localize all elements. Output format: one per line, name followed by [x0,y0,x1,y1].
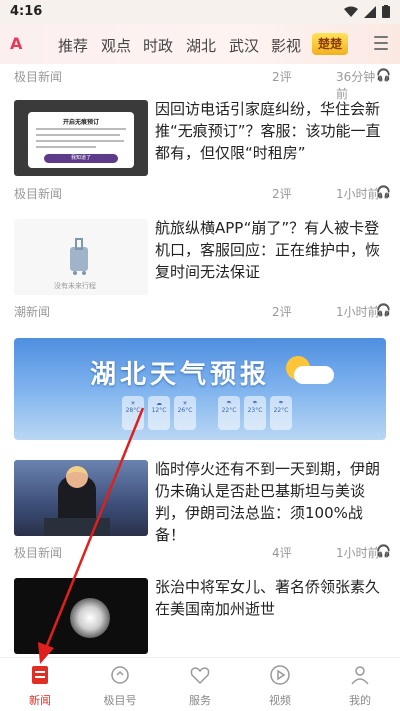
battery-icon [382,5,390,18]
channel-nav: A 推荐 观点 时政 湖北 武汉 影视 楚楚 [0,24,400,64]
item-source[interactable]: 潮新闻 [14,303,50,320]
tab-label: 视频 [269,694,291,707]
wifi-icon [344,6,358,17]
tab-label: 我的 [349,694,371,707]
forecast-day: ☂ 22°C [270,396,292,430]
dialog-button: 我知道了 [44,154,118,163]
tab-wuhan[interactable]: 武汉 [229,35,259,56]
tab-label: 极目号 [103,694,137,707]
cloud-icon [294,366,334,384]
news-title[interactable]: 因回访电话引家庭纠纷，华住会新推“无痕预订”？客服：该功能一直都有，但仅限“时租… [155,98,387,164]
item-comments[interactable]: 2评 [272,185,292,202]
news-thumbnail[interactable] [14,578,148,654]
news-title[interactable]: 航旅纵横APP“崩了”？有人被卡登机口，客服回应：正在维护中，恢复时间无法保证 [155,217,387,283]
podium [44,518,110,536]
bottom-tab-bar: 新闻 极目号 服务 视频 我的 [0,657,400,711]
item-comments[interactable]: 4评 [272,544,292,561]
weather-banner[interactable]: 湖北天气预报 ☀ 28°C ☁ 12°C ☀ 26°C ☂ 22°C ☂ 23°C ☂ 22… [14,338,386,440]
headphones-icon[interactable]: 🎧 [376,303,391,317]
menu-icon[interactable] [374,36,388,50]
item-source[interactable]: 极目新闻 [14,68,62,85]
jimu-icon [111,666,129,684]
chrysanthemum-image [70,598,110,638]
item-time: 1小时前 [336,187,380,201]
tab-service[interactable]: 服务 [160,658,240,711]
dialog-title: 开启无痕预订 [62,119,99,126]
tab-label: 服务 [189,694,211,707]
news-thumbnail[interactable]: 开启无痕预订 我知道了 [14,100,148,176]
profile-icon [351,666,369,685]
status-time: 4:16 [10,4,43,19]
news-icon [32,666,48,684]
video-icon [270,665,290,685]
tab-recommend[interactable]: 推荐 [58,35,88,56]
headphones-icon[interactable]: 🎧 [376,185,391,199]
news-title[interactable]: 临时停火还有不到一天到期，伊朗仍未确认是否赴巴基斯坦与美谈判，伊朗司法总监：须1… [155,458,387,546]
dialog-preview: 开启无痕预订 我知道了 [28,112,134,168]
forecast-day: ☀ 28°C [122,396,144,430]
signal-icon [364,5,376,18]
news-title[interactable]: 张治中将军女儿、著名侨领张素久在美国南加州逝世 [155,576,387,620]
headphones-icon[interactable]: 🎧 [376,68,391,82]
partial-item-meta: 极目新闻 2评 36分钟前 🎧 [14,68,391,101]
status-bar: 4:16 [0,0,400,24]
channel-badge[interactable]: 楚楚 [312,33,348,55]
forecast-day: ☀ 26°C [174,396,196,430]
headphones-icon[interactable]: 🎧 [376,544,391,558]
item-time: 1小时前 [336,305,380,319]
status-icons [344,5,390,18]
tab-news[interactable]: 新闻 [0,658,80,711]
forecast-day: ☂ 23°C [244,396,266,430]
tab-profile[interactable]: 我的 [320,658,400,711]
speaker-head [66,466,88,488]
item-comments[interactable]: 2评 [272,68,292,85]
tab-film[interactable]: 影视 [271,35,301,56]
luggage-icon [70,238,88,275]
forecast-day: ☂ 22°C [218,396,240,430]
tab-jimu[interactable]: 极目号 [80,658,160,711]
tab-opinion[interactable]: 观点 [101,35,131,56]
news-thumbnail[interactable] [14,460,148,536]
service-icon [190,667,210,685]
forecast-day: ☁ 12°C [148,396,170,430]
banner-title: 湖北天气预报 [90,360,271,390]
news-thumbnail[interactable]: 没有未来行程 [14,219,148,295]
item-source[interactable]: 极目新闻 [14,185,62,202]
tab-video[interactable]: 视频 [240,658,320,711]
tab-politics[interactable]: 时政 [143,35,173,56]
tab-label: 新闻 [29,694,51,707]
news-meta: 极目新闻 2评 1小时前 🎧 [14,185,391,202]
item-source[interactable]: 极目新闻 [14,544,62,561]
news-meta: 潮新闻 2评 1小时前 🎧 [14,303,391,320]
item-comments[interactable]: 2评 [272,303,292,320]
tab-hubei[interactable]: 湖北 [186,35,216,56]
item-time: 1小时前 [336,546,380,560]
app-logo[interactable]: A [10,34,22,53]
thumbnail-caption: 没有未来行程 [54,282,96,290]
news-meta: 极目新闻 4评 1小时前 🎧 [14,544,391,561]
